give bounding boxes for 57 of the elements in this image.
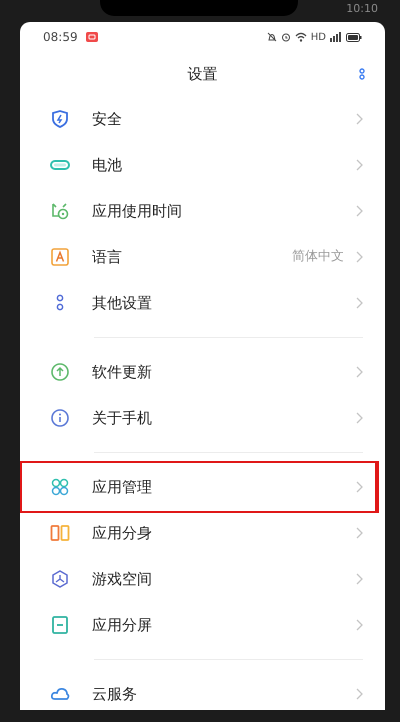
settings-item[interactable]: 应用分身 (20, 510, 385, 556)
chevron-right-icon (356, 412, 363, 424)
chevron-right-icon (356, 481, 363, 493)
network-label: HD (310, 30, 326, 44)
item-label: 应用管理 (92, 476, 152, 498)
hexagon-icon (50, 569, 70, 589)
settings-item[interactable]: 软件更新 (20, 349, 385, 395)
chevron-right-icon (356, 205, 363, 217)
split-rectangle-icon (50, 523, 70, 543)
settings-item[interactable]: 应用使用时间 (20, 188, 385, 234)
item-label: 语言 (92, 246, 122, 268)
settings-item[interactable]: 电池 (20, 142, 385, 188)
more-options-icon[interactable] (359, 68, 365, 80)
chevron-right-icon (356, 297, 363, 309)
chevron-right-icon (356, 527, 363, 539)
settings-item[interactable]: 关于手机 (20, 395, 385, 441)
chevron-right-icon (356, 113, 363, 125)
settings-item[interactable]: 云服务 (20, 671, 385, 710)
info-icon (50, 408, 70, 428)
chevron-right-icon (356, 251, 363, 263)
page-title: 设置 (188, 64, 218, 85)
arrow-up-circle-icon (50, 362, 70, 382)
battery-icon (346, 32, 362, 42)
item-label: 应用分身 (92, 522, 152, 544)
settings-item[interactable]: 应用分屏 (20, 602, 385, 648)
alarm-icon (280, 32, 291, 42)
item-label: 云服务 (92, 684, 137, 705)
bell-off-icon (266, 32, 277, 42)
chevron-right-icon (356, 573, 363, 585)
item-label: 软件更新 (92, 362, 152, 383)
settings-item[interactable]: 安全 (20, 96, 385, 142)
settings-item[interactable]: 应用管理 (20, 464, 385, 510)
item-label: 关于手机 (92, 408, 152, 429)
signal-icon (330, 32, 342, 42)
device-clock: 10:10 (346, 2, 378, 16)
record-icon (86, 32, 98, 42)
chevron-right-icon (356, 159, 363, 171)
item-label: 其他设置 (92, 292, 152, 314)
item-label: 电池 (92, 154, 122, 176)
split-screen-icon (50, 615, 70, 635)
settings-item[interactable]: 语言 简体中文 (20, 234, 385, 280)
chevron-right-icon (356, 619, 363, 631)
chevron-right-icon (356, 366, 363, 378)
timer-icon (50, 201, 70, 221)
item-label: 游戏空间 (92, 568, 152, 590)
shield-icon (50, 109, 70, 129)
item-value: 简体中文 (292, 248, 344, 266)
settings-item[interactable]: 其他设置 (20, 280, 385, 326)
status-time: 08:59 (43, 29, 78, 46)
letter-a-icon (50, 247, 70, 267)
item-label: 应用使用时间 (92, 200, 182, 222)
wifi-icon (294, 32, 307, 42)
grid-icon (50, 477, 70, 497)
item-label: 安全 (92, 108, 122, 130)
item-label: 应用分屏 (92, 614, 152, 636)
settings-item[interactable]: 游戏空间 (20, 556, 385, 602)
chevron-right-icon (356, 688, 363, 700)
